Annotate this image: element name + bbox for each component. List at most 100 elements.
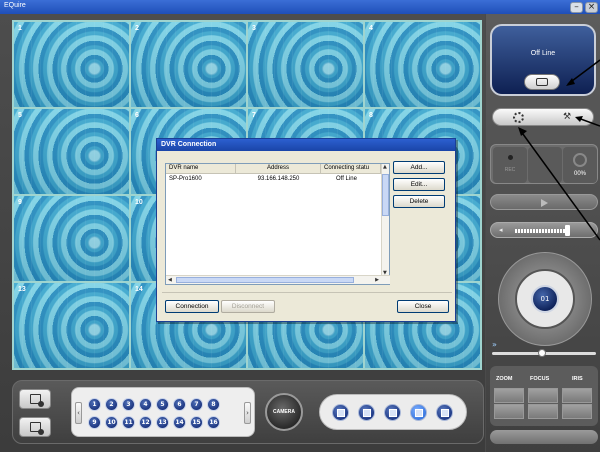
camera-tile-number: 13 bbox=[18, 286, 26, 293]
play-icon bbox=[541, 199, 548, 207]
volume-level bbox=[515, 229, 565, 233]
volume-knob[interactable] bbox=[565, 225, 570, 236]
layout-all-button[interactable] bbox=[436, 404, 453, 421]
layout-all-icon bbox=[441, 409, 449, 417]
horizontal-scrollbar[interactable]: ◀ ▶ bbox=[166, 275, 390, 284]
playback-button[interactable] bbox=[528, 147, 562, 183]
delete-button[interactable]: Delete bbox=[393, 195, 445, 208]
layout-sixteen-button[interactable] bbox=[410, 404, 427, 421]
channel-next-button[interactable]: › bbox=[244, 402, 251, 424]
camera-tile-number: 10 bbox=[135, 199, 143, 206]
layout-quad-button[interactable] bbox=[358, 404, 375, 421]
channel-button[interactable]: 14 bbox=[173, 416, 186, 429]
scroll-right-icon[interactable]: ▶ bbox=[375, 277, 379, 283]
camera-tile[interactable]: 5 bbox=[14, 109, 129, 194]
record-percent: 00% bbox=[573, 171, 586, 177]
focus-near-button[interactable] bbox=[528, 388, 558, 403]
record-folder-icon bbox=[30, 422, 44, 435]
camera-tile[interactable]: 3 bbox=[248, 22, 363, 107]
volume-slider[interactable]: ◂ bbox=[490, 222, 598, 238]
channel-button[interactable]: 10 bbox=[105, 416, 118, 429]
ptz-preset-button[interactable]: 01 bbox=[531, 285, 559, 313]
record-progress: 00% bbox=[563, 147, 597, 183]
camera-tile-number: 7 bbox=[252, 112, 256, 119]
ptz-joystick[interactable]: 01 bbox=[498, 252, 592, 346]
camera-tile[interactable]: 1 bbox=[14, 22, 129, 107]
disconnect-button: Disconnect bbox=[221, 300, 275, 313]
camera-tile-number: 6 bbox=[135, 112, 139, 119]
camera-tile[interactable]: 13 bbox=[14, 283, 129, 368]
column-header-status[interactable]: Connecting statu bbox=[321, 164, 381, 174]
vertical-scrollbar[interactable]: ▲ ▼ bbox=[381, 164, 389, 276]
connect-button[interactable] bbox=[524, 74, 560, 90]
iris-open-button[interactable] bbox=[562, 388, 592, 403]
snapshot-button[interactable] bbox=[19, 389, 51, 409]
layout-nine-button[interactable] bbox=[384, 404, 401, 421]
camera-tile-number: 9 bbox=[18, 199, 22, 206]
camera-tile-number: 2 bbox=[135, 25, 139, 32]
channel-button[interactable]: 1 bbox=[88, 398, 101, 411]
record-panel: REC 00% bbox=[490, 144, 598, 184]
scroll-up-icon[interactable]: ▲ bbox=[383, 164, 387, 170]
layout-nine-icon bbox=[389, 409, 397, 417]
channel-button[interactable]: 3 bbox=[122, 398, 135, 411]
camera-tile[interactable]: 9 bbox=[14, 196, 129, 281]
minimize-icon[interactable]: – bbox=[570, 2, 583, 13]
layout-quad-icon bbox=[363, 409, 371, 417]
zoom-label: ZOOM bbox=[496, 376, 513, 382]
column-header-dvr-name[interactable]: DVR name bbox=[166, 164, 236, 174]
scroll-left-icon[interactable]: ◀ bbox=[168, 277, 172, 283]
record-button[interactable]: REC bbox=[493, 147, 527, 183]
channel-button[interactable]: 8 bbox=[207, 398, 220, 411]
camera-tile-number: 3 bbox=[252, 25, 256, 32]
zoom-in-button[interactable] bbox=[494, 388, 524, 403]
record-folder-button[interactable] bbox=[19, 417, 51, 437]
close-button[interactable]: Close bbox=[397, 300, 449, 313]
preset-row[interactable] bbox=[490, 430, 598, 444]
channel-button[interactable]: 4 bbox=[139, 398, 152, 411]
ptz-speed-slider[interactable] bbox=[492, 349, 596, 357]
close-icon[interactable]: × bbox=[585, 2, 598, 13]
snapshot-icon bbox=[30, 394, 44, 407]
channel-button[interactable]: 15 bbox=[190, 416, 203, 429]
speaker-icon: ◂ bbox=[499, 226, 503, 234]
edit-button[interactable]: Edit... bbox=[393, 178, 445, 191]
focus-far-button[interactable] bbox=[528, 404, 558, 419]
channel-button[interactable]: 13 bbox=[156, 416, 169, 429]
channel-selector: ‹ › 12345678 9 10 11 12 13 14 15 16 bbox=[71, 387, 255, 437]
zoom-out-button[interactable] bbox=[494, 404, 524, 419]
ptz-speed-knob[interactable] bbox=[538, 349, 546, 357]
channel-button[interactable]: 16 bbox=[207, 416, 220, 429]
play-button[interactable] bbox=[490, 194, 598, 210]
channel-button[interactable]: 9 bbox=[88, 416, 101, 429]
iris-close-button[interactable] bbox=[562, 404, 592, 419]
channel-button[interactable]: 6 bbox=[173, 398, 186, 411]
zoom-focus-iris-panel: ZOOM FOCUS IRIS bbox=[490, 366, 598, 426]
dvr-list[interactable]: DVR name Address Connecting statu SP-Pro… bbox=[165, 163, 390, 285]
settings-icon[interactable] bbox=[513, 112, 524, 123]
channel-button[interactable]: 7 bbox=[190, 398, 203, 411]
dvr-connection-dialog: DVR Connection DVR name Address Connecti… bbox=[156, 138, 456, 322]
dialog-title: DVR Connection bbox=[161, 141, 217, 148]
camera-tile[interactable]: 4 bbox=[365, 22, 480, 107]
channel-prev-button[interactable]: ‹ bbox=[75, 402, 82, 424]
camera-tile[interactable]: 2 bbox=[131, 22, 246, 107]
camera-button[interactable]: CAMERA bbox=[265, 393, 303, 431]
speed-icon: » bbox=[492, 340, 497, 349]
dialog-divider bbox=[162, 292, 452, 293]
channel-button[interactable]: 12 bbox=[139, 416, 152, 429]
ptz-ring[interactable]: 01 bbox=[515, 269, 575, 329]
channel-button[interactable]: 2 bbox=[105, 398, 118, 411]
connection-button[interactable]: Connection bbox=[165, 300, 219, 313]
iris-label: IRIS bbox=[572, 376, 583, 382]
status-text: Off Line bbox=[530, 50, 556, 57]
camera-tile-number: 5 bbox=[18, 112, 22, 119]
channel-button[interactable]: 5 bbox=[156, 398, 169, 411]
vertical-scroll-thumb[interactable] bbox=[382, 174, 389, 216]
horizontal-scroll-thumb[interactable] bbox=[176, 277, 354, 283]
layout-single-button[interactable] bbox=[332, 404, 349, 421]
tools-icon[interactable]: ⚒ bbox=[563, 112, 575, 123]
add-button[interactable]: Add... bbox=[393, 161, 445, 174]
column-header-address[interactable]: Address bbox=[236, 164, 321, 174]
channel-button[interactable]: 11 bbox=[122, 416, 135, 429]
